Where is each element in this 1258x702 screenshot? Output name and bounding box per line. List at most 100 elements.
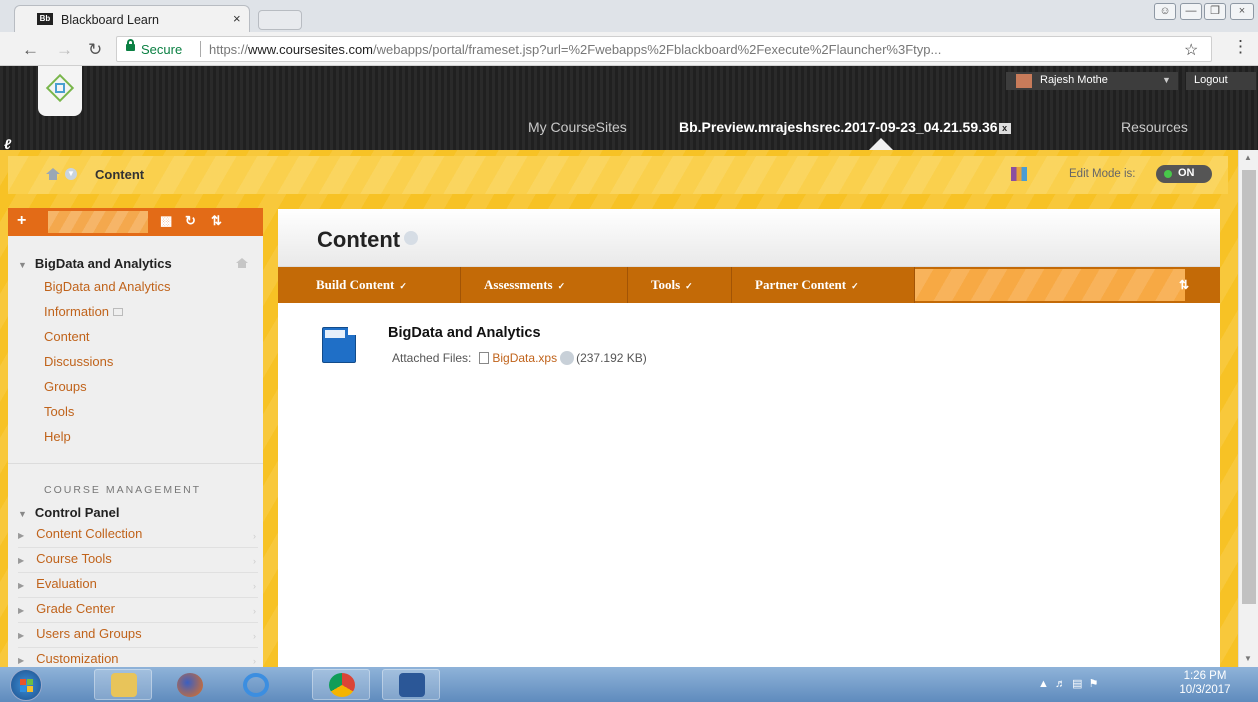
back-icon[interactable]: ← [22, 40, 39, 60]
attached-file-link[interactable]: BigData.xps [492, 351, 557, 365]
home-icon[interactable] [46, 168, 60, 180]
control-panel-title[interactable]: ▼ Control Panel [18, 505, 119, 520]
menu-item-discussions[interactable]: Discussions [44, 354, 113, 369]
course-menu-toolbar: + ▩ ↻ ⇅ [8, 208, 263, 236]
menu-item-information[interactable]: Information [44, 304, 124, 319]
partner-content-button[interactable]: Partner Content ✓ [732, 267, 915, 303]
course-badge-icon: x [998, 123, 1011, 134]
course-title[interactable]: ▼ BigData and Analytics [18, 256, 172, 271]
course-title-label: BigData and Analytics [34, 256, 172, 271]
reload-icon[interactable]: ↻ [88, 40, 102, 60]
firefox-icon [177, 673, 203, 697]
logout-button[interactable]: Logout [1186, 72, 1256, 90]
content-item-title[interactable]: BigData and Analytics [388, 325, 541, 341]
window-close-icon[interactable]: × [1230, 3, 1254, 20]
cp-item-course-tools[interactable]: ▶ Course Tools › [18, 551, 258, 573]
url-path: /webapps/portal/frameset.jsp?url=%2Fweba… [373, 42, 942, 57]
restore-icon[interactable]: ❐ [1204, 3, 1226, 20]
cp-item-grade-center[interactable]: ▶ Grade Center › [18, 601, 258, 623]
edit-mode-label: Edit Mode is: [1069, 168, 1136, 180]
taskbar-firefox[interactable] [160, 669, 218, 700]
avatar [1016, 74, 1032, 88]
chevron-right-icon: › [253, 631, 256, 641]
chevron-down-icon: ▼ [1162, 75, 1171, 85]
breadcrumb-dropdown-icon[interactable]: ▼ [65, 168, 77, 180]
active-tab-caret [869, 138, 893, 150]
chevron-down-icon: ✓ [557, 281, 566, 291]
cp-item-users-and-groups[interactable]: ▶ Users and Groups › [18, 626, 258, 648]
action-bar: Build Content ✓ Assessments ✓ Tools ✓ Partn… [278, 267, 1220, 303]
bookmark-star-icon[interactable]: ☆ [1184, 40, 1198, 60]
folder-view-icon[interactable]: ▩ [160, 213, 172, 229]
secure-label: Secure [141, 42, 183, 57]
tools-button[interactable]: Tools ✓ [628, 267, 732, 303]
browser-tabstrip: Bb Blackboard Learn × ☺ — ❐ × [0, 0, 1258, 32]
expand-triangle-icon: ▶ [18, 656, 25, 665]
taskbar-ie[interactable] [226, 669, 284, 700]
title-dropdown-icon[interactable] [404, 231, 419, 245]
taskbar-word[interactable] [382, 669, 440, 700]
close-tab-icon[interactable]: × [233, 11, 241, 26]
cp-item-evaluation[interactable]: ▶ Evaluation › [18, 576, 258, 598]
refresh-icon[interactable]: ↻ [185, 213, 196, 229]
menu-item-content[interactable]: Content [44, 329, 90, 344]
browser-tab[interactable]: Bb Blackboard Learn × [14, 5, 250, 32]
windows-taskbar: ▲ ♬ ▤ ⚑ 1:26 PM 10/3/2017 [0, 667, 1258, 702]
url-host: www.coursesites.com [248, 42, 374, 57]
course-home-icon[interactable] [236, 258, 248, 268]
taskbar-clock[interactable]: 1:26 PM 10/3/2017 [1164, 669, 1246, 697]
menu-item-tools[interactable]: Tools [44, 404, 74, 419]
taskbar-explorer[interactable] [94, 669, 152, 700]
taskbar-chrome[interactable] [312, 669, 370, 700]
edit-mode-toggle[interactable]: ON [1156, 165, 1212, 183]
blackboard-header: ℓ Rajesh Mothe ▼ Logout My CourseSites B… [0, 66, 1258, 152]
browser-toolbar: ← → ↻ Secure https://www.coursesites.com… [0, 32, 1258, 66]
nav-resources[interactable]: Resources [1121, 119, 1188, 135]
cp-item-content-collection[interactable]: ▶ Content Collection › [18, 526, 258, 548]
control-panel-label: Control Panel [34, 505, 120, 520]
scroll-up-icon[interactable]: ▲ [1244, 153, 1252, 162]
attached-files: Attached Files: BigData.xps (237.192 KB) [392, 351, 647, 365]
cp-item-label: Course Tools [36, 551, 112, 566]
forward-icon[interactable]: → [56, 40, 73, 60]
assessments-label: Assessments [484, 277, 553, 292]
theme-palette-icon[interactable] [1011, 167, 1027, 181]
toggle-dot-icon [1164, 170, 1172, 178]
browser-menu-icon[interactable]: ⋮ [1232, 37, 1249, 57]
cp-item-label: Content Collection [36, 526, 143, 541]
menu-item-groups[interactable]: Groups [44, 379, 87, 394]
assessments-button[interactable]: Assessments ✓ [461, 267, 628, 303]
chevron-down-icon: ✓ [685, 281, 693, 291]
page-scrollbar[interactable]: ▲ ▼ [1238, 150, 1258, 667]
system-tray[interactable]: ▲ ♬ ▤ ⚑ [1038, 677, 1098, 690]
file-dropdown-icon[interactable] [560, 351, 575, 365]
build-content-button[interactable]: Build Content ✓ [278, 267, 461, 303]
reorder-icon[interactable]: ⇅ [1179, 278, 1189, 292]
content-item: BigData and Analytics Attached Files: Big… [322, 323, 1172, 383]
nav-current-course[interactable]: Bb.Preview.mrajeshsrec.2017-09-23_04.21.… [679, 119, 1011, 135]
user-menu[interactable]: Rajesh Mothe ▼ [1006, 72, 1178, 90]
reorder-icon[interactable]: ⇅ [211, 213, 222, 229]
add-menu-item-icon[interactable]: + [17, 212, 26, 230]
build-content-label: Build Content [316, 277, 395, 292]
folder-icon [111, 673, 137, 697]
nav-my-coursesites[interactable]: My CourseSites [528, 119, 627, 135]
scroll-down-icon[interactable]: ▼ [1244, 654, 1252, 663]
menu-item-help[interactable]: Help [44, 429, 71, 444]
cp-item-label: Grade Center [36, 601, 115, 616]
new-tab-button[interactable] [258, 10, 302, 30]
cp-item-label: Customization [36, 651, 119, 666]
document-icon [322, 327, 356, 363]
minimize-icon[interactable]: — [1180, 3, 1202, 20]
scroll-thumb[interactable] [1242, 170, 1256, 604]
url-text[interactable]: https://www.coursesites.com/webapps/port… [209, 42, 941, 57]
menu-item-information-label: Information [44, 304, 110, 319]
chevron-down-icon: ✓ [399, 281, 407, 291]
page-title[interactable]: Content [317, 227, 419, 253]
menu-item-bigdata[interactable]: BigData and Analytics [44, 279, 170, 294]
start-button[interactable] [10, 669, 42, 701]
coursesites-logo[interactable] [38, 66, 82, 116]
profile-icon[interactable]: ☺ [1154, 3, 1176, 20]
address-bar[interactable]: Secure https://www.coursesites.com/webap… [116, 36, 1212, 62]
partner-content-label: Partner Content [755, 277, 847, 292]
